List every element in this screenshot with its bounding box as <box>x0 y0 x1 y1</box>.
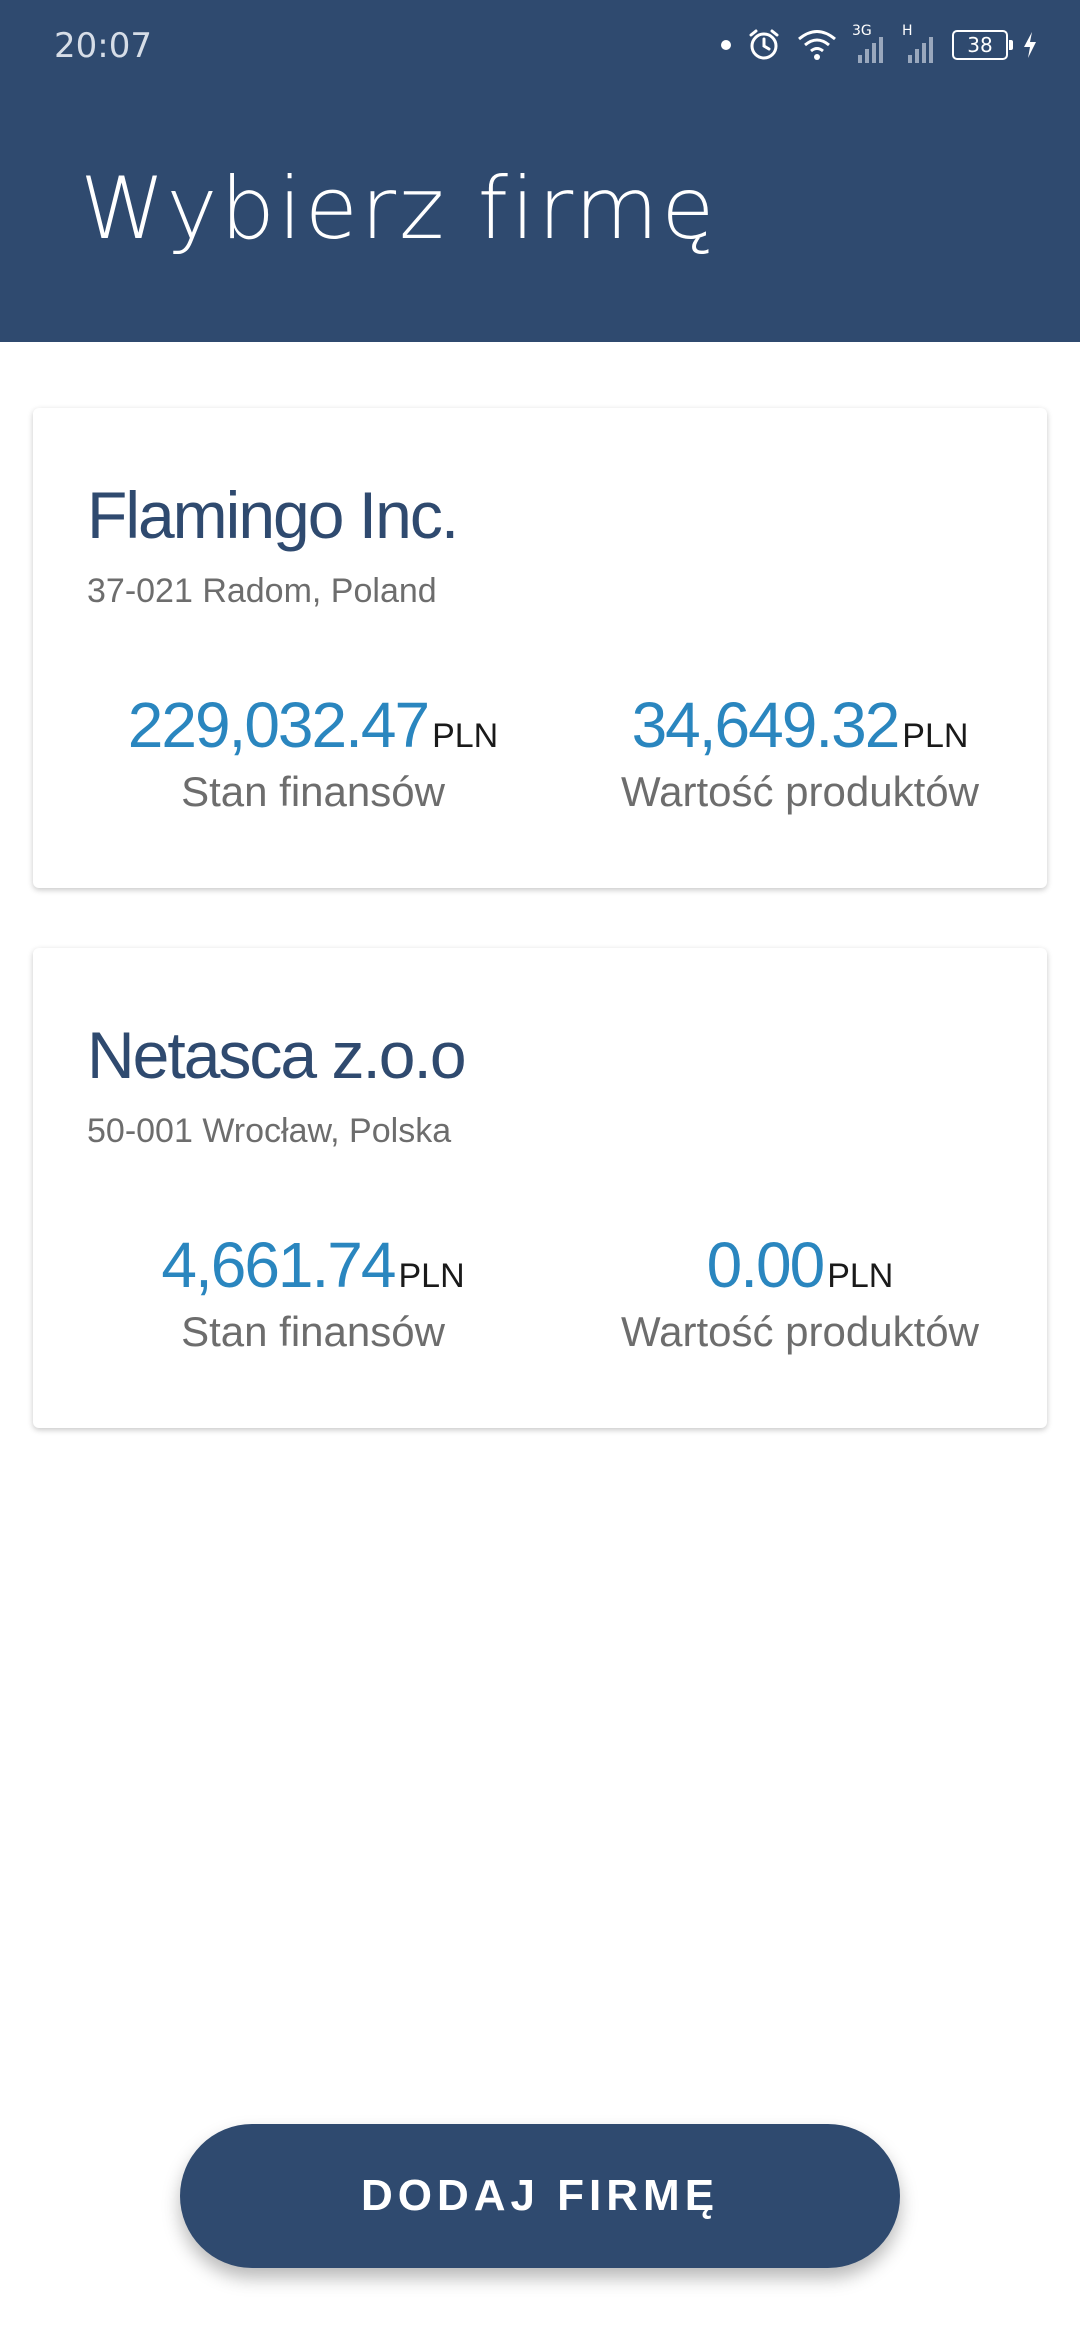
products-label: Wartość produktów <box>621 1308 979 1355</box>
products-amount: 0.00 <box>706 1229 826 1301</box>
finance-amount-line: 4,661.74 PLN <box>33 1228 593 1302</box>
app-header: 20:07 3G H 38 Wybierz firmę <box>0 0 1080 342</box>
finance-currency: PLN <box>398 1257 465 1295</box>
products-currency: PLN <box>827 1257 894 1295</box>
status-icons: 3G H 38 <box>720 20 1038 70</box>
dot-icon <box>721 40 731 50</box>
products-amount: 34,649.32 <box>631 689 901 761</box>
company-address: 50-001 Wrocław, Polska <box>87 1112 452 1150</box>
battery-level: 38 <box>967 33 993 57</box>
finance-metric: 229,032.47 PLN Stan finansów <box>33 688 593 816</box>
wifi-icon <box>798 30 836 60</box>
page-title: Wybierz firmę <box>80 159 718 259</box>
finance-amount-line: 229,032.47 PLN <box>33 688 593 762</box>
products-metric: 34,649.32 PLN Wartość produktów <box>553 688 1047 816</box>
status-time: 20:07 <box>54 26 152 66</box>
company-name: Netasca z.o.o <box>87 1018 467 1092</box>
finance-label: Stan finansów <box>181 1308 445 1355</box>
finance-label: Stan finansów <box>181 768 445 815</box>
company-card-netasca[interactable]: Netasca z.o.o 50-001 Wrocław, Polska 4,6… <box>33 948 1047 1428</box>
signal-3g: 3G <box>852 23 888 65</box>
network-label-h: H <box>902 23 913 39</box>
company-card-flamingo[interactable]: Flamingo Inc. 37-021 Radom, Poland 229,0… <box>33 408 1047 888</box>
products-label: Wartość produktów <box>621 768 979 815</box>
products-amount-line: 34,649.32 PLN <box>553 688 1047 762</box>
finance-metric: 4,661.74 PLN Stan finansów <box>33 1228 593 1356</box>
finance-currency: PLN <box>432 717 499 755</box>
finance-amount: 229,032.47 <box>127 689 430 761</box>
charging-icon <box>1024 32 1036 58</box>
company-address: 37-021 Radom, Poland <box>87 572 437 610</box>
company-name: Flamingo Inc. <box>87 478 459 552</box>
network-label-3g: 3G <box>852 23 872 39</box>
products-metric: 0.00 PLN Wartość produktów <box>553 1228 1047 1356</box>
battery-icon: 38 <box>952 30 1013 60</box>
finance-amount: 4,661.74 <box>161 1229 396 1301</box>
signal-h: H <box>902 23 938 65</box>
alarm-icon <box>749 29 779 60</box>
products-amount-line: 0.00 PLN <box>553 1228 1047 1302</box>
products-currency: PLN <box>902 717 969 755</box>
add-company-button[interactable]: DODAJ FIRMĘ <box>180 2124 900 2268</box>
